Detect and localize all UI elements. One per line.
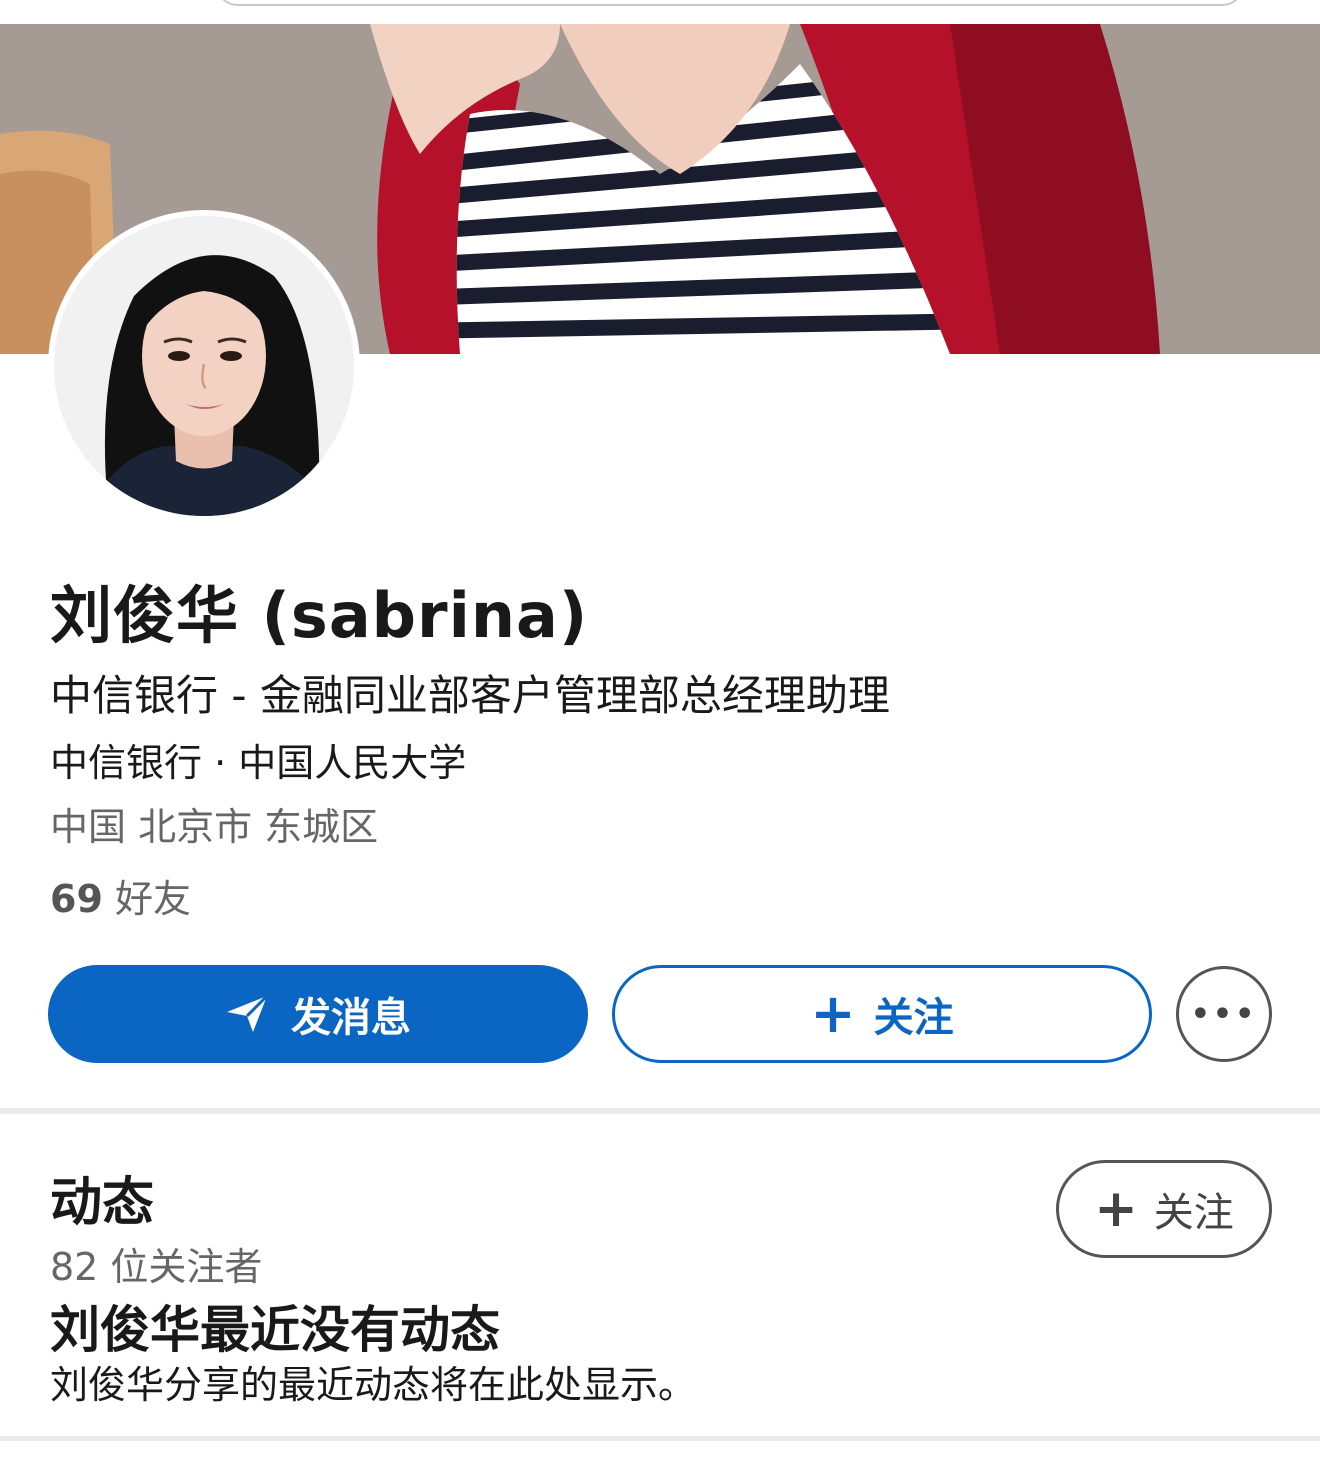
follow-button[interactable]: + 关注 xyxy=(612,965,1152,1063)
followers-count: 82 位关注者 xyxy=(50,1245,263,1289)
profile-company-education[interactable]: 中信银行 · 中国人民大学 xyxy=(50,732,466,787)
send-icon xyxy=(227,994,269,1032)
follow-button-label: 关注 xyxy=(873,995,954,1041)
activity-title: 动态 xyxy=(50,1173,155,1233)
no-activity-title: 刘俊华最近没有动态 xyxy=(50,1301,500,1359)
no-activity-description: 刘俊华分享的最近动态将在此处显示。 xyxy=(50,1363,697,1407)
friends-count[interactable]: 69 好友 xyxy=(50,868,191,923)
message-button-label: 发消息 xyxy=(291,995,411,1041)
profile-headline: 中信银行 - 金融同业部客户管理部总经理助理 xyxy=(50,671,890,720)
plus-icon: + xyxy=(810,982,856,1045)
section-divider xyxy=(0,1436,1320,1441)
message-button[interactable]: 发消息 xyxy=(48,965,588,1063)
plus-icon: + xyxy=(1094,1179,1138,1239)
more-button[interactable]: ••• xyxy=(1176,966,1272,1062)
friends-label: 好友 xyxy=(114,877,191,921)
profile-location: 中国 北京市 东城区 xyxy=(50,805,379,849)
more-icon: ••• xyxy=(1190,996,1258,1032)
friends-number: 69 xyxy=(50,877,103,921)
search-bar[interactable] xyxy=(215,0,1245,6)
profile-name: 刘俊华 (sabrina) xyxy=(50,579,589,652)
profile-page: 刘俊华 (sabrina) 中信银行 - 金融同业部客户管理部总经理助理 中信银… xyxy=(0,0,1320,1460)
avatar-illustration xyxy=(54,216,354,516)
activity-follow-label: 关注 xyxy=(1153,1190,1234,1236)
avatar[interactable] xyxy=(48,210,360,522)
activity-follow-button[interactable]: + 关注 xyxy=(1056,1160,1272,1258)
section-divider xyxy=(0,1108,1320,1114)
avatar-photo xyxy=(54,216,354,516)
